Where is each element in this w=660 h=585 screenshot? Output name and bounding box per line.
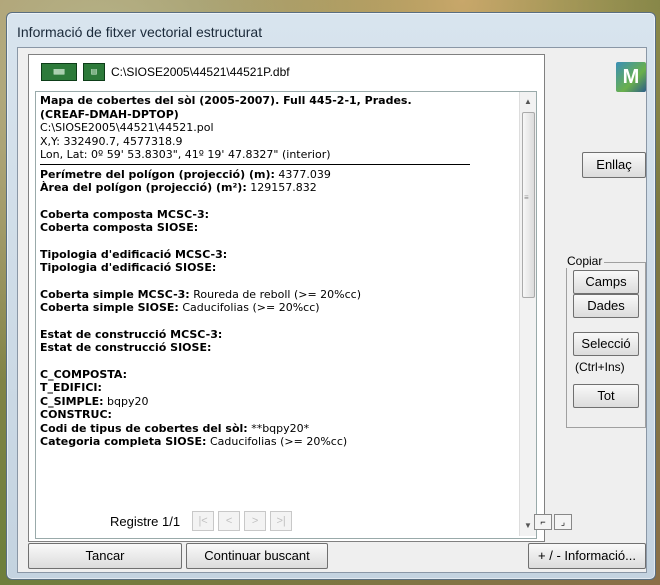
- info-text-area[interactable]: Mapa de cobertes del sòl (2005-2007). Fu…: [35, 91, 537, 539]
- field-c-composta: C_COMPOSTA:: [40, 367, 128, 381]
- map-author: (CREAF-DMAH-DPTOP): [40, 107, 179, 121]
- prev-record-button[interactable]: <: [218, 511, 241, 531]
- separator-line: [40, 163, 470, 165]
- close-button[interactable]: Tancar: [28, 543, 182, 569]
- info-content: Mapa de cobertes del sòl (2005-2007). Fu…: [40, 94, 518, 449]
- copy-all-button[interactable]: Tot: [573, 384, 639, 408]
- miramon-logo-icon: M: [616, 62, 646, 92]
- cs-mcsc-row: Coberta simple MCSC-3: Roureda de reboll…: [40, 287, 361, 301]
- record-label: Registre 1/1: [110, 513, 181, 529]
- xy-coordinates: X,Y: 332490.7, 4577318.9: [40, 134, 183, 148]
- info-window: Informació de fitxer vectorial estructur…: [6, 12, 656, 580]
- vertical-scrollbar[interactable]: ▲ ≡ ▼: [519, 92, 536, 536]
- file-path: C:\SIOSE2005\44521\44521P.dbf: [111, 65, 290, 79]
- link-button[interactable]: Enllaç: [582, 152, 646, 178]
- polygon-file: C:\SIOSE2005\44521\44521.pol: [40, 121, 214, 134]
- record-navigator: Registre 1/1 |< < > >|: [110, 510, 293, 532]
- next-record-button[interactable]: >: [244, 511, 267, 531]
- copy-group-label: Copiar: [565, 254, 605, 268]
- perimeter-row: Perímetre del polígon (projecció) (m): 4…: [40, 167, 331, 181]
- te-siose-row: Tipologia d'edificació SIOSE:: [40, 261, 217, 274]
- path-bar: ▦▦ ▤ C:\SIOSE2005\44521\44521P.dbf: [41, 61, 441, 83]
- file-icon[interactable]: ▤: [83, 63, 105, 81]
- area-row: Àrea del polígon (projecció) (m²): 12915…: [40, 181, 317, 194]
- scroll-thumb[interactable]: [522, 112, 535, 298]
- ec-siose-row: Estat de construcció SIOSE:: [40, 341, 212, 354]
- ec-mcsc-row: Estat de construcció MCSC-3:: [40, 327, 223, 341]
- te-mcsc-row: Tipologia d'edificació MCSC-3:: [40, 247, 228, 261]
- cc-mcsc-row: Coberta composta MCSC-3:: [40, 207, 210, 221]
- window-client: ▦▦ ▤ C:\SIOSE2005\44521\44521P.dbf Mapa …: [17, 47, 647, 573]
- scroll-up-icon[interactable]: ▲: [520, 94, 536, 110]
- first-record-button[interactable]: |<: [192, 511, 215, 531]
- info-panel: ▦▦ ▤ C:\SIOSE2005\44521\44521P.dbf Mapa …: [28, 54, 545, 542]
- lonlat-coordinates: Lon, Lat: 0º 59' 53.8303", 41º 19' 47.83…: [40, 148, 331, 161]
- field-codi: Codi de tipus de cobertes del sòl: **bqp…: [40, 421, 310, 435]
- continue-search-button[interactable]: Continuar buscant: [186, 543, 328, 569]
- copy-data-button[interactable]: Dades: [573, 294, 639, 318]
- cs-siose-row: Coberta simple SIOSE: Caducifolias (>= 2…: [40, 301, 320, 314]
- copy-fields-button[interactable]: Camps: [573, 270, 639, 294]
- resize-icon[interactable]: ⌟: [554, 514, 572, 530]
- field-construc: CONSTRUC:: [40, 408, 112, 421]
- field-categoria: Categoria completa SIOSE: Caducifolias (…: [40, 435, 348, 448]
- more-info-button[interactable]: + / - Informació...: [528, 543, 646, 569]
- cc-siose-row: Coberta composta SIOSE:: [40, 221, 199, 234]
- last-record-button[interactable]: >|: [270, 511, 293, 531]
- copy-selection-button[interactable]: Selecció: [573, 332, 639, 356]
- table-icon[interactable]: ▦▦: [41, 63, 77, 81]
- field-c-simple: C_SIMPLE: bqpy20: [40, 394, 149, 408]
- restore-icon[interactable]: ⌐: [534, 514, 552, 530]
- window-title: Informació de fitxer vectorial estructur…: [17, 24, 263, 40]
- field-t-edifici: T_EDIFICI:: [40, 381, 102, 394]
- copy-shortcut-label: (Ctrl+Ins): [575, 360, 625, 374]
- grip-icon: ≡: [524, 193, 529, 202]
- map-title: Mapa de cobertes del sòl (2005-2007). Fu…: [40, 94, 412, 107]
